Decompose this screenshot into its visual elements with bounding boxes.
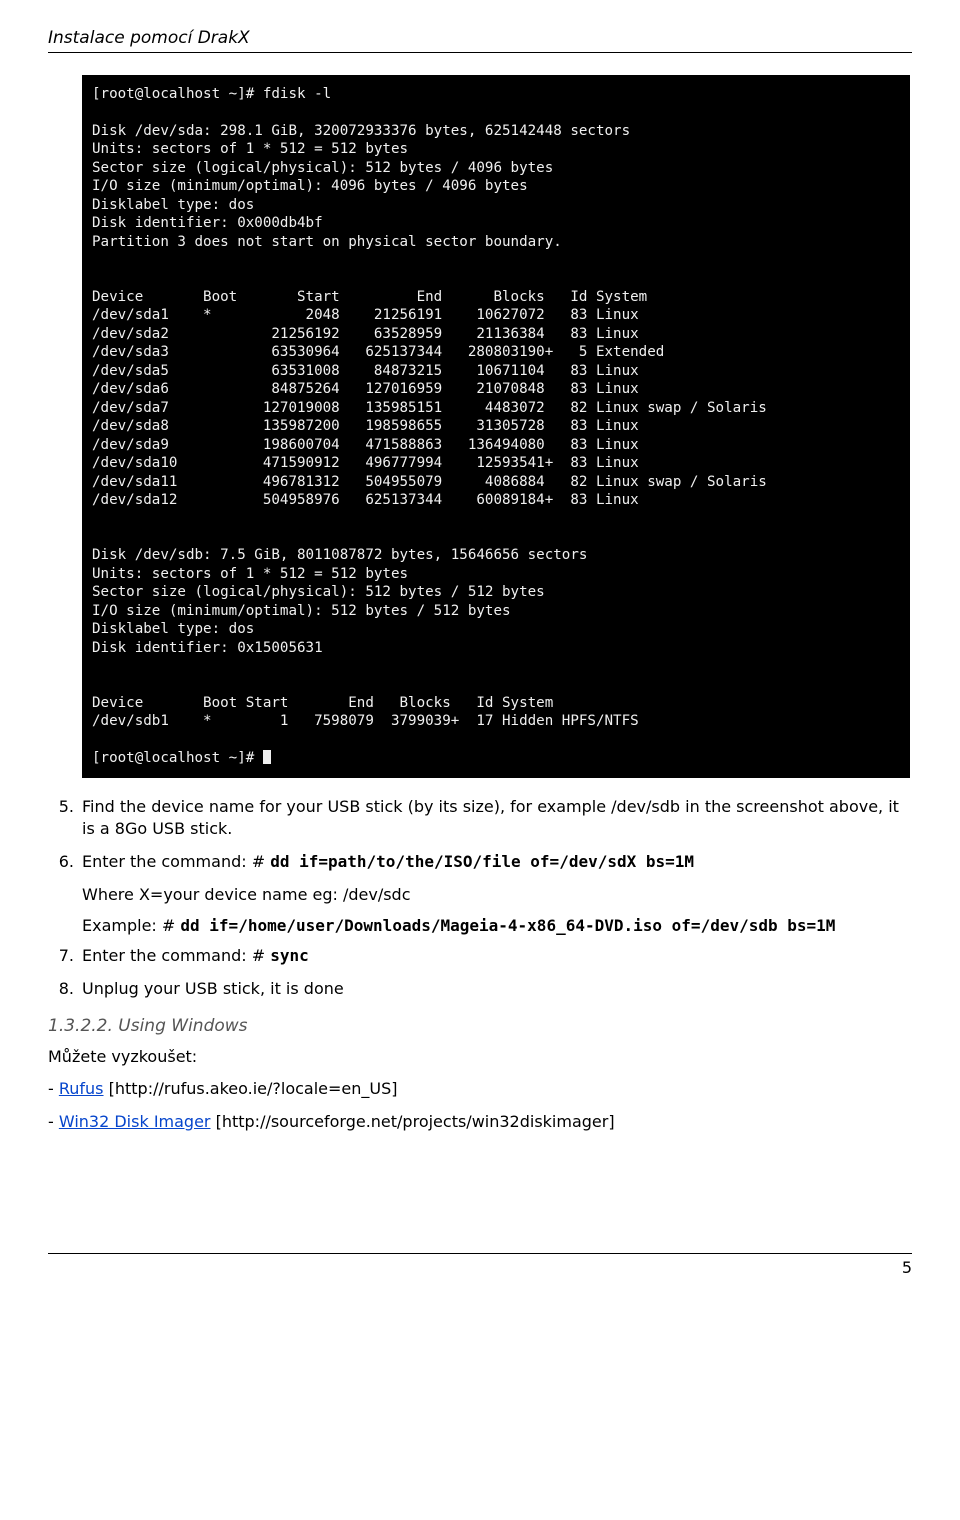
list-item: 5. Find the device name for your USB sti… xyxy=(48,796,912,841)
terminal-cursor-icon xyxy=(263,750,271,764)
example-prefix: Example: # xyxy=(82,916,180,935)
item-body: Enter the command: # sync xyxy=(82,945,912,967)
list-item: 8. Unplug your USB stick, it is done xyxy=(48,978,912,1000)
instruction-list: 5. Find the device name for your USB sti… xyxy=(48,796,912,1000)
dash: - xyxy=(48,1079,59,1098)
terminal-output: [root@localhost ~]# fdisk -l Disk /dev/s… xyxy=(82,75,910,778)
item-body: Find the device name for your USB stick … xyxy=(82,796,912,841)
link-line: - Win32 Disk Imager [http://sourceforge.… xyxy=(48,1111,912,1133)
item-body: Unplug your USB stick, it is done xyxy=(82,978,912,1000)
command-text: sync xyxy=(270,946,309,965)
page-footer: 5 xyxy=(48,1253,912,1277)
item-text: Enter the command: # xyxy=(82,946,270,965)
dash: - xyxy=(48,1112,59,1131)
link-line: - Rufus [http://rufus.akeo.ie/?locale=en… xyxy=(48,1078,912,1100)
url-text: [http://rufus.akeo.ie/?locale=en_US] xyxy=(104,1079,398,1098)
item-number: 5. xyxy=(48,796,82,841)
list-item: 7. Enter the command: # sync xyxy=(48,945,912,967)
item-number: 6. xyxy=(48,851,82,873)
try-text: Můžete vyzkoušet: xyxy=(48,1046,912,1068)
section-heading: 1.3.2.2. Using Windows xyxy=(48,1016,912,1036)
page-number: 5 xyxy=(902,1258,912,1277)
example-block: Example: # dd if=/home/user/Downloads/Ma… xyxy=(82,914,912,937)
item-body: Enter the command: # dd if=path/to/the/I… xyxy=(82,851,912,873)
running-header: Instalace pomocí DrakX xyxy=(48,28,912,53)
url-text: [http://sourceforge.net/projects/win32di… xyxy=(211,1112,615,1131)
item-number: 8. xyxy=(48,978,82,1000)
where-note: Where X=your device name eg: /dev/sdc xyxy=(82,883,912,906)
example-command: dd if=/home/user/Downloads/Mageia-4-x86_… xyxy=(180,916,835,935)
item-text: Enter the command: # xyxy=(82,852,270,871)
win32-disk-imager-link[interactable]: Win32 Disk Imager xyxy=(59,1112,211,1131)
command-text: dd if=path/to/the/ISO/file of=/dev/sdX b… xyxy=(270,852,694,871)
list-item: 6. Enter the command: # dd if=path/to/th… xyxy=(48,851,912,873)
rufus-link[interactable]: Rufus xyxy=(59,1079,104,1098)
item-number: 7. xyxy=(48,945,82,967)
